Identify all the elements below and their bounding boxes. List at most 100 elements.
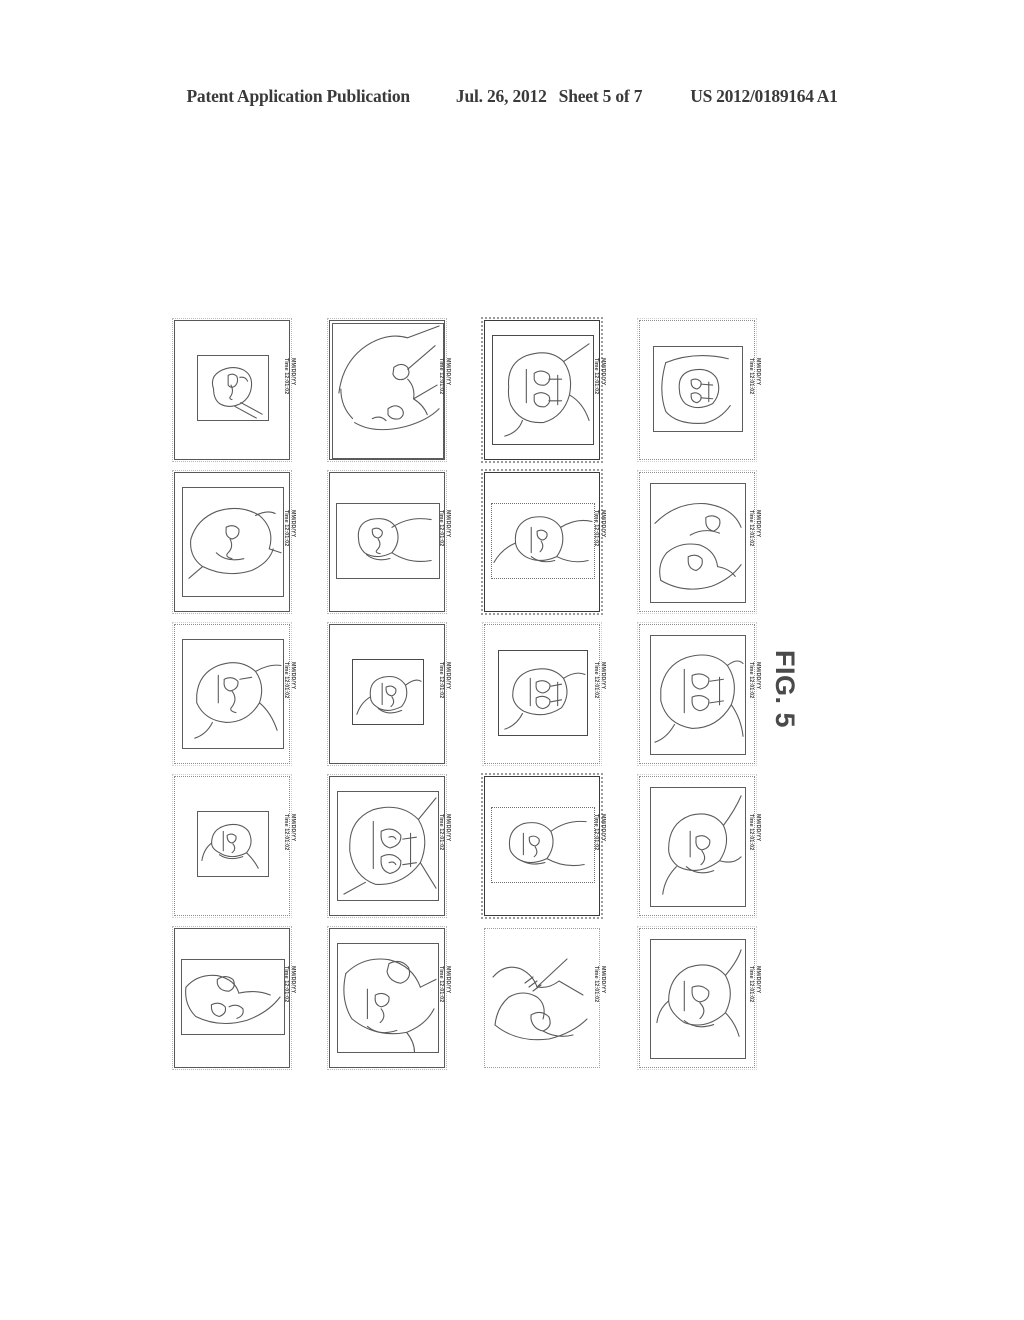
photo-timestamp: MM/DD/YY Time 12:01:02 — [278, 510, 296, 574]
stamp-date: MM/DD/YY — [290, 510, 296, 538]
photo-cell: MM/DD/YY Time 12:01:02 — [480, 924, 635, 1076]
photo-image — [337, 791, 439, 901]
photo-timestamp: MM/DD/YY Time 12:01:02 — [278, 358, 296, 422]
photo-print-frame — [482, 622, 602, 766]
photo-print-frame — [172, 622, 292, 766]
stamp-date: MM/DD/YY — [600, 966, 606, 994]
photo-print-frame — [172, 926, 292, 1070]
photo-grid: MM/DD/YY Time 12:01:02 MM/DD/YY Time 12:… — [170, 316, 785, 1076]
photo-cell: MM/DD/YY Time 12:01:02 — [170, 316, 325, 468]
photo-timestamp: MM/DD/YY Time 12:01:02 — [588, 966, 606, 1030]
stamp-date: MM/DD/YY — [600, 510, 606, 538]
stamp-date: MM/DD/YY — [600, 358, 606, 386]
photo-image — [182, 487, 284, 597]
photo-timestamp: MM/DD/YY Time 12:01:02 — [743, 966, 761, 1030]
photo-image — [487, 931, 599, 1067]
photo-image — [650, 787, 746, 907]
stamp-date: MM/DD/YY — [755, 966, 761, 994]
stamp-time: Time 12:01:02 — [747, 966, 754, 1003]
photo-timestamp: MM/DD/YY Time 12:01:02 — [588, 814, 606, 878]
stamp-date: MM/DD/YY — [290, 814, 296, 842]
photo-timestamp: MM/DD/YY Time 12:01:02 — [588, 358, 606, 422]
photo-image — [181, 959, 285, 1035]
photo-print-frame — [172, 774, 292, 918]
photo-print-frame — [172, 318, 292, 462]
stamp-time: Time 12:01:02 — [747, 510, 754, 547]
photo-timestamp: MM/DD/YY Time 12:01:02 — [743, 358, 761, 422]
photo-cell: MM/DD/YY Time 12:01:02 — [170, 772, 325, 924]
photo-cell: MM/DD/YY Time 12:01:02 — [635, 468, 790, 620]
stamp-time: Time 12:01:02 — [592, 510, 599, 547]
stamp-time: Time 12:01:02 — [282, 814, 289, 851]
photo-image — [650, 939, 746, 1059]
stamp-time: Time 12:01:02 — [437, 966, 444, 1003]
photo-timestamp: MM/DD/YY Time 12:01:02 — [433, 510, 451, 574]
photo-print-frame — [481, 469, 603, 615]
photo-cell: MM/DD/YY Time 12:01:02 — [635, 316, 790, 468]
stamp-date: MM/DD/YY — [445, 510, 451, 538]
photo-image — [492, 335, 594, 445]
photo-timestamp: MM/DD/YY Time 12:01:02 — [278, 966, 296, 1030]
photo-print-frame — [327, 774, 447, 918]
stamp-date: MM/DD/YY — [445, 814, 451, 842]
photo-timestamp: MM/DD/YY Time 12:01:02 — [433, 662, 451, 726]
stamp-date: MM/DD/YY — [290, 358, 296, 386]
stamp-date: MM/DD/YY — [290, 966, 296, 994]
photo-timestamp: MM/DD/YY Time 12:01:02 — [588, 510, 606, 574]
stamp-time: Time 12:01:02 — [747, 814, 754, 851]
photo-print-frame — [327, 318, 447, 462]
stamp-time: Time 12:01:02 — [437, 814, 444, 851]
stamp-time: Time 12:01:02 — [592, 662, 599, 699]
photo-print-frame — [484, 928, 600, 1068]
stamp-time: Time 12:01:02 — [437, 510, 444, 547]
photo-print-frame — [637, 622, 757, 766]
stamp-date: MM/DD/YY — [290, 662, 296, 690]
stamp-time: Time 12:01:02 — [592, 966, 599, 1003]
stamp-time: Time 12:01:02 — [592, 358, 599, 395]
photo-cell: MM/DD/YY Time 12:01:02 — [480, 316, 635, 468]
photo-image — [491, 503, 595, 579]
figure-label: FIG. 5 — [770, 650, 800, 729]
photo-print-frame — [327, 470, 447, 614]
photo-timestamp: MM/DD/YY Time 12:01:02 — [588, 662, 606, 726]
photo-cell: MM/DD/YY Time 12:01:02 — [170, 620, 325, 772]
photo-print-frame — [637, 926, 757, 1070]
photo-print-frame — [327, 926, 447, 1070]
photo-timestamp: MM/DD/YY Time 12:01:02 — [433, 358, 451, 422]
photo-print-frame — [172, 470, 292, 614]
photo-timestamp: MM/DD/YY Time 12:01:02 — [278, 662, 296, 726]
stamp-date: MM/DD/YY — [445, 662, 451, 690]
photo-print-frame — [327, 622, 447, 766]
photo-print-frame — [637, 774, 757, 918]
figure-5: MM/DD/YY Time 12:01:02 MM/DD/YY Time 12:… — [0, 0, 1024, 1320]
photo-image — [491, 807, 595, 883]
photo-cell: MM/DD/YY Time 12:01:02 — [480, 620, 635, 772]
photo-print-frame — [481, 773, 603, 919]
stamp-date: MM/DD/YY — [755, 662, 761, 690]
photo-cell: MM/DD/YY Time 12:01:02 — [325, 924, 480, 1076]
photo-timestamp: MM/DD/YY Time 12:01:02 — [433, 966, 451, 1030]
stamp-time: Time 12:01:02 — [747, 358, 754, 395]
stamp-date: MM/DD/YY — [600, 814, 606, 842]
photo-image — [337, 943, 439, 1053]
stamp-time: Time 12:01:02 — [282, 358, 289, 395]
photo-image — [336, 503, 440, 579]
stamp-time: Time 12:01:02 — [282, 510, 289, 547]
stamp-time: Time 12:01:02 — [592, 814, 599, 851]
photo-timestamp: MM/DD/YY Time 12:01:02 — [433, 814, 451, 878]
stamp-time: Time 12:01:02 — [437, 358, 444, 395]
photo-cell: MM/DD/YY Time 12:01:02 — [480, 772, 635, 924]
photo-image — [352, 659, 424, 725]
photo-image — [197, 811, 269, 877]
photo-timestamp: MM/DD/YY Time 12:01:02 — [278, 814, 296, 878]
photo-print-frame — [637, 470, 757, 614]
photo-cell: MM/DD/YY Time 12:01:02 — [325, 772, 480, 924]
stamp-time: Time 12:01:02 — [282, 966, 289, 1003]
photo-print-frame — [481, 317, 603, 463]
stamp-date: MM/DD/YY — [755, 814, 761, 842]
stamp-date: MM/DD/YY — [600, 662, 606, 690]
photo-cell: MM/DD/YY Time 12:01:02 — [635, 620, 790, 772]
photo-image — [650, 635, 746, 755]
photo-image — [182, 639, 284, 749]
photo-cell: MM/DD/YY Time 12:01:02 — [170, 924, 325, 1076]
